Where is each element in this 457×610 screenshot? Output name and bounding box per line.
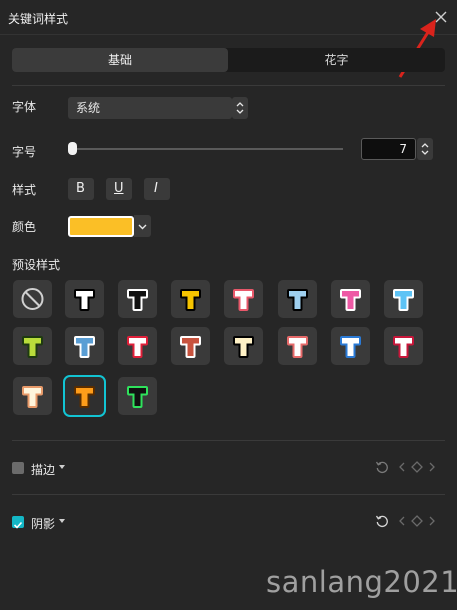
text-style-t-icon — [393, 336, 414, 358]
text-style-t-icon — [22, 336, 43, 358]
keyframe-nav-icon[interactable] — [399, 514, 435, 528]
preset-orange-gradient[interactable] — [63, 375, 106, 417]
size-label: 字号 — [12, 145, 37, 159]
watermark-text: sanlang2021 — [266, 565, 457, 599]
preset-white-crimson-3d[interactable] — [384, 327, 423, 365]
preset-yellow-black-outline[interactable] — [171, 280, 210, 318]
keyframe-nav-icon[interactable] — [399, 460, 435, 474]
text-style-t-icon — [340, 289, 361, 311]
preset-none[interactable] — [13, 280, 52, 318]
text-style-t-icon — [127, 386, 148, 408]
color-dropdown[interactable] — [134, 215, 151, 237]
text-style-t-icon — [180, 289, 201, 311]
presets-label: 预设样式 — [12, 258, 61, 272]
size-input[interactable]: 7 — [361, 138, 416, 160]
text-style-t-icon — [127, 336, 148, 358]
chevron-down-icon — [138, 224, 147, 230]
font-select[interactable]: 系统 — [68, 97, 232, 119]
tab-fancy-text[interactable]: 花字 — [228, 48, 445, 72]
italic-button[interactable]: I — [144, 178, 170, 200]
text-style-t-icon — [74, 289, 95, 311]
text-style-t-icon — [393, 289, 414, 311]
window-title: 关键词样式 — [8, 12, 69, 26]
style-label: 样式 — [12, 183, 37, 197]
preset-blue-white-outline[interactable] — [384, 280, 423, 318]
shadow-checkbox[interactable] — [12, 516, 24, 529]
italic-icon: I — [154, 181, 158, 196]
underline-icon: U — [114, 181, 124, 196]
preset-white-salmon-outline[interactable] — [278, 327, 317, 365]
text-style-t-icon — [22, 386, 43, 408]
tab-basic[interactable]: 基础 — [12, 48, 228, 72]
chevron-updown-icon — [421, 143, 429, 155]
caret-down-icon[interactable] — [58, 463, 66, 471]
text-style-t-icon — [287, 289, 308, 311]
bold-button[interactable]: B — [68, 178, 94, 200]
text-style-t-icon — [74, 336, 95, 358]
text-style-t-icon — [233, 289, 254, 311]
preset-pink-white-outline[interactable] — [331, 280, 370, 318]
stroke-label[interactable]: 描边 — [31, 461, 55, 478]
size-stepper[interactable] — [417, 138, 433, 160]
no-style-icon — [21, 288, 44, 310]
divider — [12, 494, 445, 495]
chevron-updown-icon — [236, 102, 244, 114]
preset-steelblue-white-outline[interactable] — [65, 327, 104, 365]
preset-brown-white-outline[interactable] — [171, 327, 210, 365]
divider — [12, 85, 445, 86]
text-style-t-icon — [340, 336, 361, 358]
preset-lightblue-black-outline[interactable] — [278, 280, 317, 318]
text-style-t-icon — [233, 336, 254, 358]
font-label: 字体 — [12, 100, 37, 114]
reset-icon[interactable] — [375, 514, 389, 528]
text-style-t-icon — [74, 386, 95, 408]
shadow-label[interactable]: 阴影 — [31, 515, 55, 532]
size-slider-thumb[interactable] — [68, 142, 77, 155]
preset-cream-orange-3d[interactable] — [13, 377, 52, 415]
title-bar: 关键词样式 — [0, 0, 457, 35]
preset-black-green-outline[interactable] — [118, 377, 157, 415]
preset-cream-dark-outline[interactable] — [224, 327, 263, 365]
caret-down-icon[interactable] — [58, 517, 66, 525]
text-style-t-icon — [127, 289, 148, 311]
divider — [12, 440, 445, 441]
font-select-arrows[interactable] — [232, 97, 248, 119]
underline-button[interactable]: U — [106, 178, 132, 200]
text-style-t-icon — [180, 336, 201, 358]
preset-white-black-outline[interactable] — [65, 280, 104, 318]
text-style-t-icon — [287, 336, 308, 358]
check-icon — [13, 521, 23, 529]
preset-black-white-outline[interactable] — [118, 280, 157, 318]
preset-white-pink-outline[interactable] — [224, 280, 263, 318]
color-label: 颜色 — [12, 220, 37, 234]
color-swatch[interactable] — [68, 216, 134, 237]
preset-lime-dark-outline[interactable] — [13, 327, 52, 365]
reset-icon[interactable] — [375, 460, 389, 474]
tab-bar: 基础 花字 — [12, 48, 445, 72]
bold-icon: B — [76, 181, 85, 196]
size-slider-track[interactable] — [72, 148, 343, 150]
preset-white-blue-3d[interactable] — [331, 327, 370, 365]
preset-white-red-outline[interactable] — [118, 327, 157, 365]
stroke-checkbox[interactable] — [12, 462, 24, 474]
